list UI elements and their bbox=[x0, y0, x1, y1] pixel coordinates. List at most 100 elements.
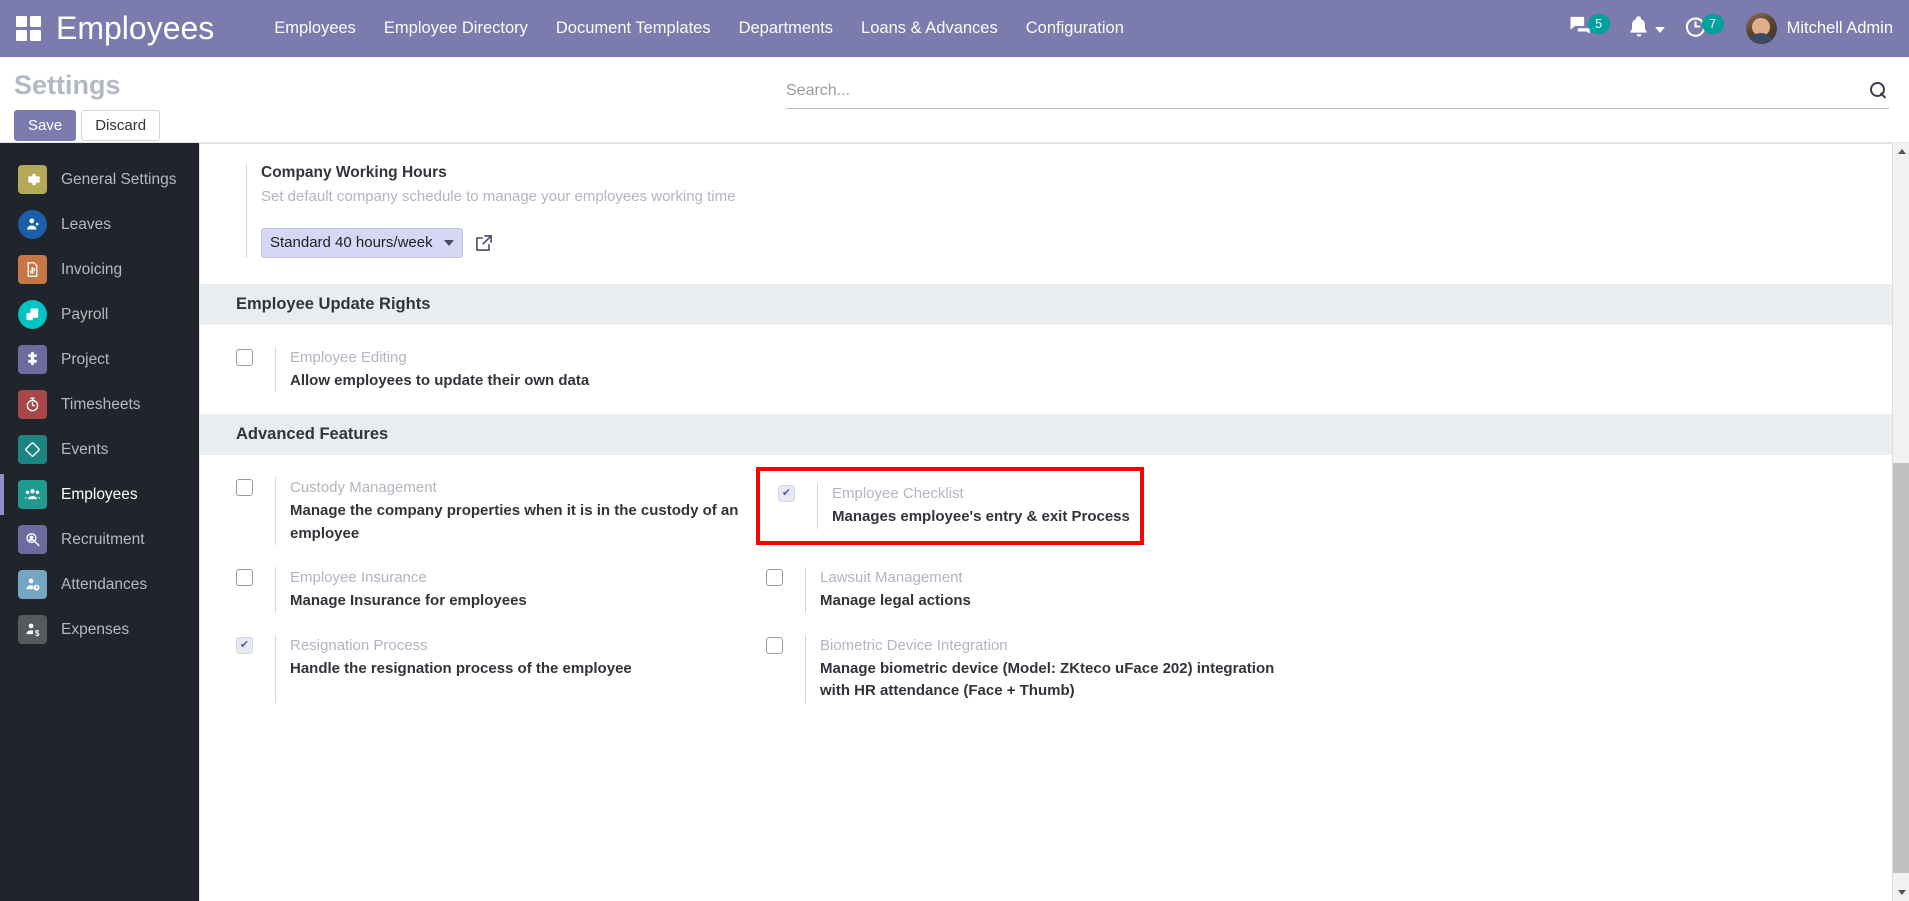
sidebar-item-label: Attendances bbox=[61, 575, 148, 593]
employee-insurance-checkbox[interactable] bbox=[236, 569, 253, 587]
user-menu-button[interactable]: Mitchell Admin bbox=[1787, 19, 1893, 38]
sidebar-item-label: Invoicing bbox=[61, 260, 123, 278]
sidebar-item-general-settings[interactable]: General Settings bbox=[0, 157, 199, 202]
apps-menu-button[interactable] bbox=[0, 16, 56, 41]
vertical-scrollbar[interactable] bbox=[1892, 143, 1909, 901]
sidebar-item-employees[interactable]: Employees bbox=[0, 472, 199, 517]
search-bar[interactable] bbox=[786, 79, 1889, 109]
nav-menu-loans-advances[interactable]: Loans & Advances bbox=[847, 12, 1012, 45]
gear-icon bbox=[18, 165, 47, 194]
sidebar-item-label: General Settings bbox=[61, 170, 177, 188]
sidebar-item-payroll[interactable]: Payroll bbox=[0, 292, 199, 337]
setting-lawsuit-management: Lawsuit Management Manage legal actions bbox=[766, 567, 1296, 635]
sidebar-item-label: Payroll bbox=[61, 305, 109, 323]
sidebar-item-label: Recruitment bbox=[61, 530, 145, 548]
employee-insurance-text: Employee Insurance Manage Insurance for … bbox=[275, 567, 527, 613]
sidebar-item-attendances[interactable]: Attendances bbox=[0, 562, 199, 607]
settings-row: Employee Editing Allow employees to upda… bbox=[200, 346, 1909, 415]
user-leave-icon bbox=[18, 210, 47, 239]
nav-menu-employees[interactable]: Employees bbox=[260, 12, 370, 45]
employee-editing-text: Employee Editing Allow employees to upda… bbox=[275, 346, 590, 393]
search-icon[interactable] bbox=[1869, 81, 1889, 101]
section-header-advanced-features: Advanced Features bbox=[200, 414, 1909, 456]
scroll-down-button[interactable] bbox=[1893, 884, 1909, 901]
control-panel-left: Settings Save Discard bbox=[0, 57, 770, 142]
save-button[interactable]: Save bbox=[14, 109, 77, 142]
setting-employee-insurance: Employee Insurance Manage Insurance for … bbox=[236, 567, 766, 635]
invoice-document-icon bbox=[18, 255, 47, 284]
ticket-diamond-icon bbox=[18, 435, 47, 464]
app-brand-title[interactable]: Employees bbox=[56, 10, 214, 47]
sidebar-item-label: Project bbox=[61, 350, 110, 368]
sidebar-item-project[interactable]: Project bbox=[0, 337, 199, 382]
timer-button[interactable]: 7 bbox=[1675, 9, 1734, 49]
working-hours-inner: Company Working Hours Set default compan… bbox=[246, 164, 806, 258]
settings-sidebar: General Settings Leaves Invoicing Payrol… bbox=[0, 143, 199, 901]
payroll-money-icon bbox=[18, 300, 47, 329]
working-hours-select[interactable]: Standard 40 hours/week bbox=[261, 227, 463, 258]
section-rows-employee-update-rights: Employee Editing Allow employees to upda… bbox=[200, 325, 1909, 415]
nav-menu-employee-directory[interactable]: Employee Directory bbox=[370, 12, 542, 45]
nav-menu-configuration[interactable]: Configuration bbox=[1012, 12, 1138, 45]
scroll-up-button[interactable] bbox=[1893, 143, 1909, 160]
sidebar-item-recruitment[interactable]: Recruitment bbox=[0, 517, 199, 562]
activities-button[interactable] bbox=[1620, 9, 1675, 49]
scrollbar-thumb[interactable] bbox=[1893, 463, 1909, 873]
option-description: Allow employees to update their own data bbox=[290, 371, 590, 389]
option-label: Employee Editing bbox=[290, 348, 407, 366]
option-label: Lawsuit Management bbox=[820, 569, 963, 587]
search-input[interactable] bbox=[786, 81, 1861, 100]
custody-management-checkbox[interactable] bbox=[236, 479, 253, 497]
chevron-down-icon bbox=[444, 239, 454, 246]
navbar-menu: Employees Employee Directory Document Te… bbox=[260, 12, 1138, 45]
page-body: General Settings Leaves Invoicing Payrol… bbox=[0, 143, 1909, 901]
sidebar-item-label: Leaves bbox=[61, 215, 111, 233]
chevron-up-icon bbox=[1897, 149, 1906, 154]
resignation-process-checkbox[interactable] bbox=[236, 636, 253, 654]
employee-editing-checkbox[interactable] bbox=[236, 348, 253, 366]
apps-grid-icon bbox=[15, 16, 41, 41]
setting-company-working-hours: Company Working Hours Set default compan… bbox=[200, 144, 1909, 284]
sidebar-item-label: Expenses bbox=[61, 620, 130, 638]
option-description: Manages employee's entry & exit Process bbox=[832, 508, 1130, 526]
discard-button[interactable]: Discard bbox=[81, 109, 161, 142]
working-hours-title: Company Working Hours bbox=[261, 164, 447, 181]
employee-checklist-checkbox[interactable] bbox=[778, 485, 795, 503]
sidebar-item-leaves[interactable]: Leaves bbox=[0, 202, 199, 247]
nav-menu-departments[interactable]: Departments bbox=[725, 12, 847, 45]
sidebar-item-timesheets[interactable]: Timesheets bbox=[0, 382, 199, 427]
nav-menu-document-templates[interactable]: Document Templates bbox=[542, 12, 725, 45]
custody-management-text: Custody Management Manage the company pr… bbox=[275, 477, 760, 546]
option-description: Manage the company properties when it is… bbox=[290, 502, 739, 542]
setting-custody-management: Custody Management Manage the company pr… bbox=[236, 477, 766, 567]
resignation-process-text: Resignation Process Handle the resignati… bbox=[275, 634, 632, 703]
avatar[interactable] bbox=[1745, 13, 1777, 44]
settings-scroll-area[interactable]: Company Working Hours Set default compan… bbox=[200, 144, 1909, 725]
settings-content: Company Working Hours Set default compan… bbox=[199, 143, 1909, 901]
biometric-device-checkbox[interactable] bbox=[766, 636, 783, 654]
option-label: Biometric Device Integration bbox=[820, 636, 1008, 654]
chevron-down-icon bbox=[1654, 26, 1665, 33]
external-link-icon[interactable] bbox=[474, 233, 494, 253]
settings-row: Resignation Process Handle the resignati… bbox=[200, 634, 1909, 725]
magnifier-person-icon bbox=[18, 525, 47, 554]
biometric-device-text: Biometric Device Integration Manage biom… bbox=[805, 634, 1290, 703]
sidebar-item-invoicing[interactable]: Invoicing bbox=[0, 247, 199, 292]
lawsuit-management-checkbox[interactable] bbox=[766, 569, 783, 587]
settings-row: Custody Management Manage the company pr… bbox=[200, 467, 1909, 567]
action-buttons: Save Discard bbox=[14, 109, 770, 142]
settings-row: Employee Insurance Manage Insurance for … bbox=[200, 567, 1909, 635]
working-hours-description: Set default company schedule to manage y… bbox=[261, 188, 736, 205]
sidebar-item-events[interactable]: Events bbox=[0, 427, 199, 472]
option-description: Manage legal actions bbox=[820, 592, 971, 610]
messages-count-badge: 5 bbox=[1587, 14, 1610, 34]
option-label: Resignation Process bbox=[290, 636, 428, 654]
top-navbar: Employees Employees Employee Directory D… bbox=[0, 0, 1909, 57]
option-description: Manage biometric device (Model: ZKteco u… bbox=[820, 659, 1275, 700]
messages-button[interactable]: 5 bbox=[1559, 9, 1620, 49]
sidebar-item-expenses[interactable]: $ Expenses bbox=[0, 607, 199, 652]
option-label: Custody Management bbox=[290, 479, 437, 497]
person-dollar-icon: $ bbox=[18, 615, 47, 644]
working-hours-select-value: Standard 40 hours/week bbox=[270, 234, 433, 252]
working-hours-select-row: Standard 40 hours/week bbox=[261, 227, 806, 258]
